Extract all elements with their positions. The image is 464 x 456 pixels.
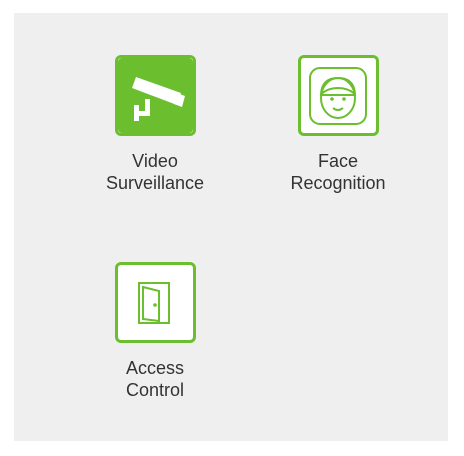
access-control-icon-box [114, 262, 196, 343]
face-recognition-icon-box [297, 55, 379, 136]
face-icon [309, 66, 367, 125]
video-surveillance-icon-box [114, 55, 196, 136]
tile-access-control[interactable]: Access Control [100, 262, 210, 401]
services-panel: Video Surveillance Face Recognition Acce… [14, 13, 448, 441]
cctv-camera-icon [117, 58, 193, 133]
tile-video-surveillance[interactable]: Video Surveillance [90, 55, 220, 194]
access-control-label: Access Control [125, 358, 185, 400]
face-recognition-label: Face Recognition [290, 151, 386, 193]
video-surveillance-label: Video Surveillance [105, 151, 205, 193]
tile-face-recognition[interactable]: Face Recognition [273, 55, 403, 194]
door-icon [138, 281, 170, 324]
